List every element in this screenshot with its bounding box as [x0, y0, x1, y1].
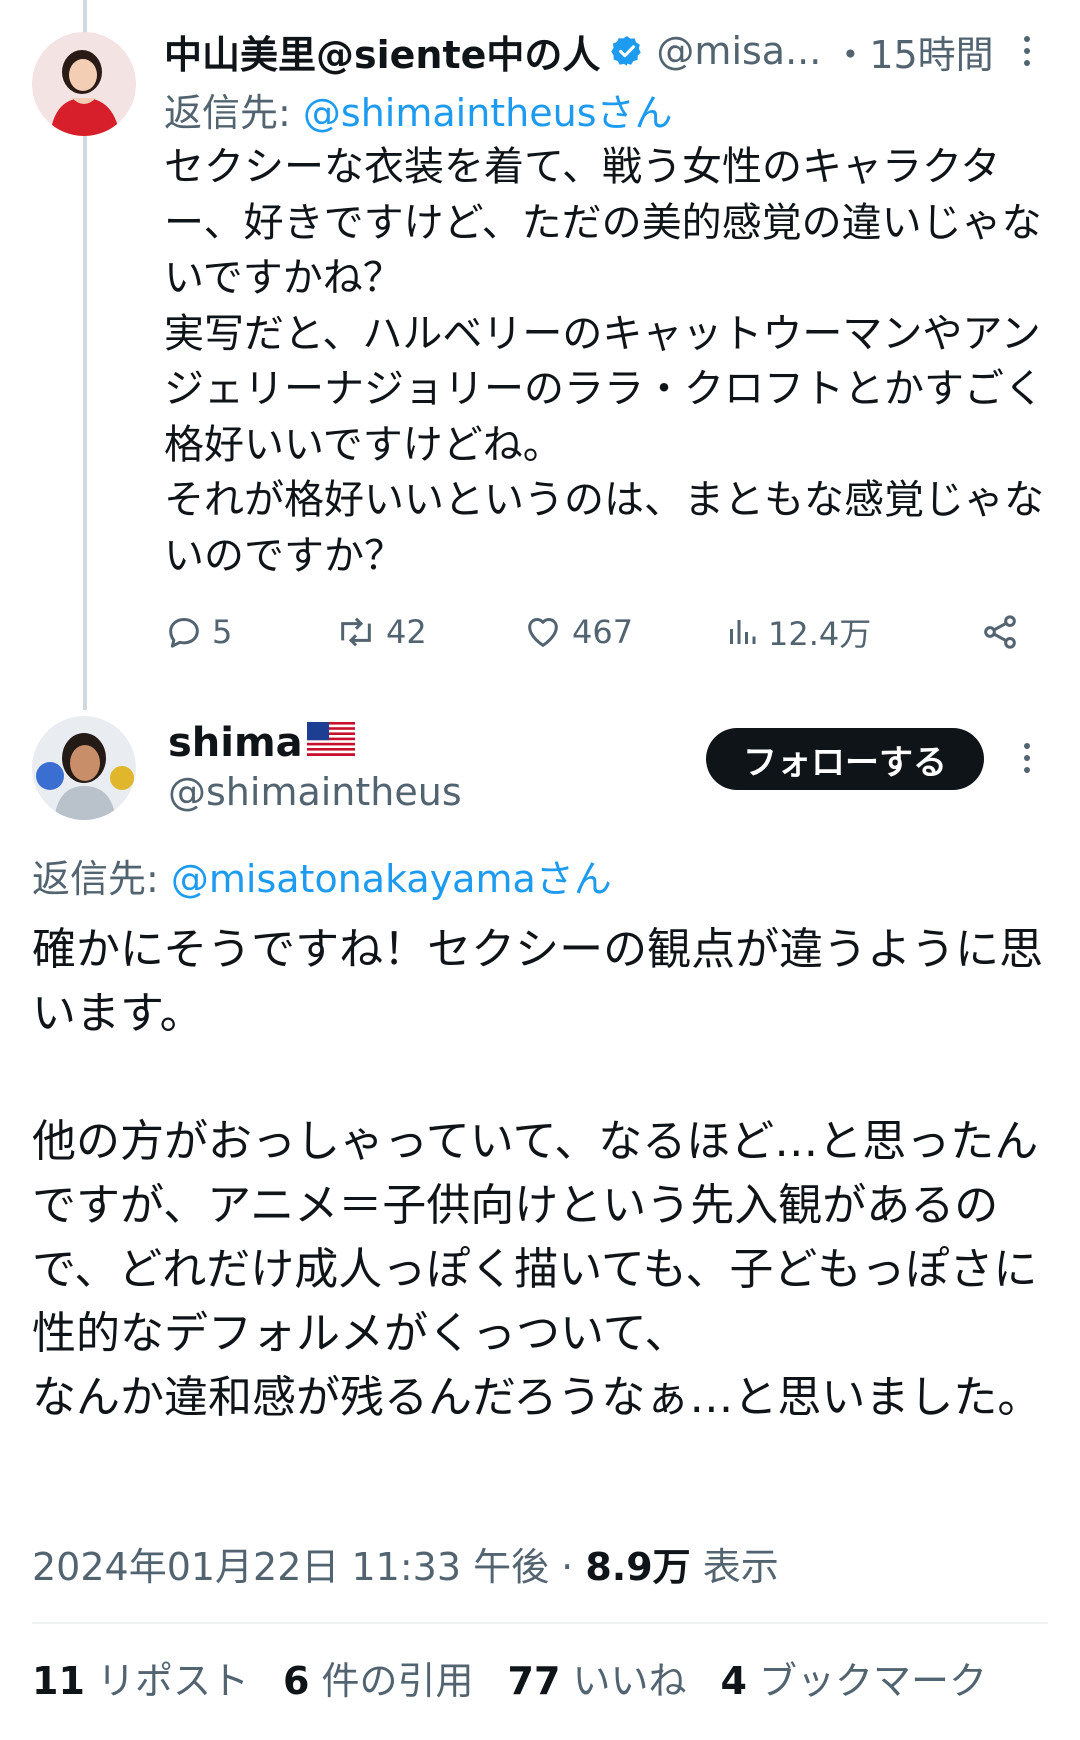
more-icon[interactable] — [1012, 733, 1042, 783]
quote-stat-label: 件の引用 — [309, 1659, 474, 1703]
like-button[interactable]: 467 — [522, 602, 633, 662]
verified-badge-icon — [610, 34, 644, 68]
tweet-timestamp[interactable]: 2024年01月22日 11:33 午後 — [32, 1545, 549, 1589]
tweet2-body: 確かにそうですね！セクシーの観点が違うように思います。 他の方がおっしゃっていて… — [32, 924, 1044, 1423]
quote-stat[interactable]: 6 件の引用 — [283, 1650, 474, 1705]
tweet1-actions: 5 42 467 12.4万 — [164, 602, 1054, 662]
views-icon — [730, 620, 756, 644]
repost-count: 42 — [386, 613, 427, 651]
bookmark-stat[interactable]: 4 ブックマーク — [721, 1650, 988, 1705]
avatar[interactable] — [32, 716, 136, 820]
author-handle[interactable]: @shimaintheus — [168, 770, 462, 814]
tweet-time[interactable]: ・15時間 — [831, 24, 993, 79]
author-name[interactable]: shima — [168, 720, 303, 766]
follow-button[interactable]: フォローする — [706, 728, 984, 790]
views-count: 8.9万 — [585, 1545, 691, 1589]
author-handle[interactable]: @misa... — [656, 29, 821, 73]
tweet-meta: 2024年01月22日 11:33 午後 · 8.9万 表示 — [32, 1536, 779, 1591]
author-name[interactable]: 中山美里@siente中の人 — [164, 24, 600, 79]
meta-separator: · — [549, 1545, 586, 1589]
share-button[interactable] — [980, 602, 1020, 662]
divider — [32, 1622, 1048, 1624]
views-count: 12.4万 — [768, 615, 872, 653]
repost-stat-label: リポスト — [84, 1659, 249, 1703]
reply-to-label: 返信先: — [164, 91, 303, 135]
tweet1-body: セクシーな衣装を着て、戦う女性のキャラクター、好きですけど、ただの美的感覚の違い… — [164, 144, 1044, 579]
reply-to: 返信先: @shimaintheusさん — [164, 82, 673, 137]
reply-to-link[interactable]: @misatonakayamaさん — [171, 857, 612, 901]
reply-icon — [169, 618, 199, 648]
repost-stat-count: 11 — [32, 1659, 85, 1703]
views-label: 表示 — [690, 1545, 779, 1589]
like-count: 467 — [572, 613, 634, 651]
reply-to-link[interactable]: @shimaintheusさん — [303, 91, 673, 135]
like-icon — [528, 618, 558, 647]
more-icon[interactable] — [1012, 26, 1042, 76]
bookmark-stat-count: 4 — [720, 1659, 747, 1703]
views-button[interactable]: 12.4万 — [724, 602, 871, 662]
bookmark-stat-label: ブックマーク — [746, 1659, 988, 1703]
like-stat-label: いいね — [560, 1659, 687, 1703]
repost-icon — [341, 617, 371, 647]
share-icon — [984, 615, 1016, 649]
us-flag-icon — [306, 720, 355, 766]
quote-stat-count: 6 — [282, 1659, 310, 1703]
reply-count: 5 — [212, 613, 233, 651]
engagement-stats: 11 リポスト 6 件の引用 77 いいね 4 ブックマーク — [32, 1650, 987, 1705]
reply-button[interactable]: 5 — [164, 602, 232, 662]
author-name-row: shima — [168, 720, 355, 766]
repost-stat[interactable]: 11 リポスト — [32, 1650, 249, 1705]
avatar[interactable] — [32, 32, 136, 136]
tweet1-header: 中山美里@siente中の人 @misa... ・15時間 — [164, 24, 1044, 79]
repost-button[interactable]: 42 — [334, 602, 427, 662]
reply-to: 返信先: @misatonakayamaさん — [32, 848, 612, 903]
reply-to-label: 返信先: — [32, 857, 171, 901]
like-stat-count: 77 — [507, 1659, 561, 1703]
like-stat[interactable]: 77 いいね — [508, 1650, 687, 1705]
